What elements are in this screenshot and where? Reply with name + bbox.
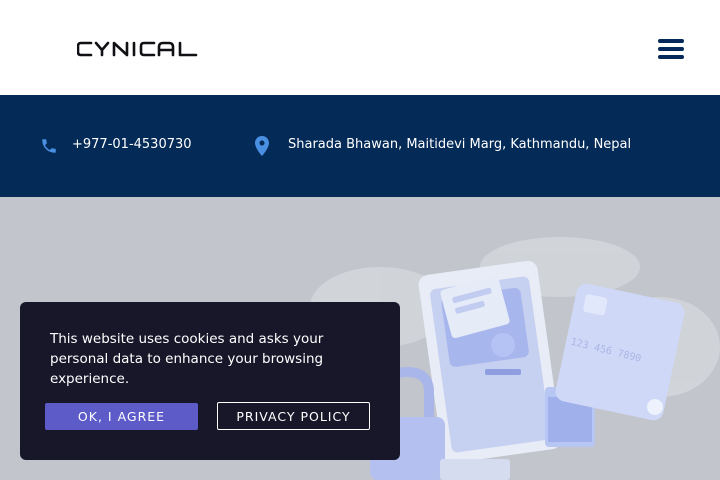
site-logo[interactable] [76, 38, 199, 65]
phone-number[interactable]: +977-01-4530730 [72, 137, 192, 152]
phone-icon [42, 139, 56, 153]
cookie-banner: This website uses cookies and asks your … [20, 302, 400, 460]
site-header [0, 0, 720, 95]
agree-button[interactable]: OK, I AGREE [45, 403, 198, 430]
logo-wordmark [76, 41, 198, 57]
credit-card-illustration: 123 456 7890 [555, 283, 685, 421]
keyboard-illustration [440, 459, 510, 480]
menu-button[interactable] [658, 38, 686, 60]
cookie-message: This website uses cookies and asks your … [50, 331, 324, 387]
hamburger-line [658, 55, 684, 59]
hamburger-line [658, 47, 684, 51]
privacy-policy-button[interactable]: PRIVACY POLICY [217, 402, 370, 430]
address-text: Sharada Bhawan, Maitidevi Marg, Kathmand… [288, 137, 632, 152]
map-pin-icon [255, 136, 269, 156]
hamburger-icon [658, 39, 684, 43]
